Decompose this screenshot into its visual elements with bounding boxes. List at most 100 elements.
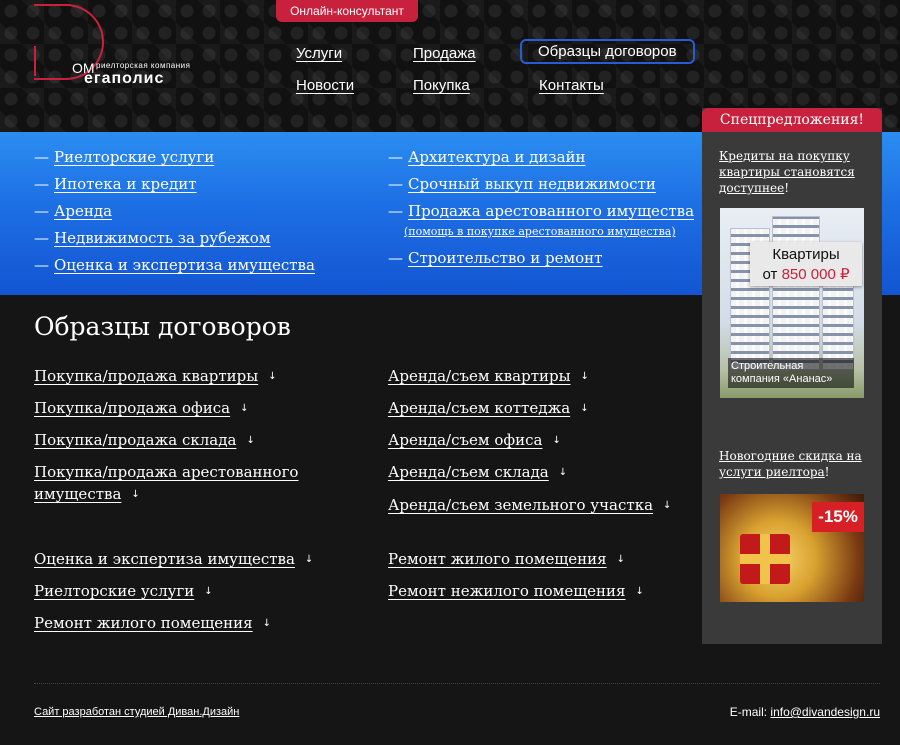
dash: — xyxy=(34,256,49,274)
document-link[interactable]: Покупка/продажа склада xyxy=(34,431,236,449)
document-link[interactable]: Аренда/съем квартиры xyxy=(388,367,571,385)
document-link[interactable]: Аренда/съем офиса xyxy=(388,431,542,449)
document-link[interactable]: Аренда/съем земельного участка xyxy=(388,496,653,514)
page-title: Образцы договоров xyxy=(34,312,291,341)
service-link[interactable]: Аренда xyxy=(54,202,112,220)
document-link[interactable]: Ремонт жилого помещения xyxy=(388,550,607,568)
gift-box-image xyxy=(740,534,790,584)
offer-tail: ! xyxy=(784,181,790,195)
document-item[interactable]: Ремонт жилого помещения ↓ xyxy=(34,612,271,635)
service-link[interactable]: Срочный выкуп недвижимости xyxy=(408,175,656,193)
document-item[interactable]: Аренда/съем склада ↓ xyxy=(388,461,567,484)
document-item[interactable]: Покупка/продажа квартиры ↓ xyxy=(34,365,277,388)
email-link[interactable]: info@divandesign.ru xyxy=(770,705,880,719)
nav-services[interactable]: Услуги xyxy=(296,45,342,62)
document-item[interactable]: Риелторские услуги ↓ xyxy=(34,580,213,603)
nav-contacts[interactable]: Контакты xyxy=(539,77,604,94)
service-item[interactable]: — Недвижимость за рубежом xyxy=(34,229,271,247)
service-item[interactable]: — Продажа арестованного имущества xyxy=(388,202,694,220)
document-link[interactable]: Покупка/продажа офиса xyxy=(34,399,230,417)
service-item[interactable]: — Аренда xyxy=(34,202,112,220)
service-item[interactable]: — Риелторские услуги xyxy=(34,148,214,166)
document-item[interactable]: Покупка/продажа офиса ↓ xyxy=(34,397,249,420)
document-link[interactable]: Покупка/продажа арестованного xyxy=(34,463,298,481)
building-image xyxy=(772,216,820,370)
document-link[interactable]: Покупка/продажа квартиры xyxy=(34,367,258,385)
document-link[interactable]: Аренда/съем склада xyxy=(388,463,549,481)
developer-credit-link[interactable]: Сайт разработан студией Диван.Дизайн xyxy=(34,706,239,718)
price-value: 850 000 ₽ xyxy=(781,266,850,283)
logo-main-text: егаполис xyxy=(84,70,165,87)
document-item[interactable]: Аренда/съем квартиры ↓ xyxy=(388,365,589,388)
download-icon[interactable]: ↓ xyxy=(240,398,248,420)
new-year-discount-banner[interactable]: -15% xyxy=(720,494,864,602)
document-item[interactable]: Ремонт жилого помещения ↓ xyxy=(388,548,625,571)
service-link[interactable]: Продажа арестованного имущества xyxy=(408,202,694,220)
document-link[interactable]: Аренда/съем коттеджа xyxy=(388,399,570,417)
dash: — xyxy=(34,175,49,193)
service-link[interactable]: Ипотека и кредит xyxy=(54,175,197,193)
apartments-ad-banner[interactable]: Квартиры от 850 000 ₽ Строительная компа… xyxy=(720,208,864,398)
nav-sale[interactable]: Продажа xyxy=(413,45,476,62)
logo-tagline: риелторская компания xyxy=(96,61,191,70)
download-icon[interactable]: ↓ xyxy=(305,549,313,571)
dash: — xyxy=(388,148,403,166)
discount-badge: -15% xyxy=(812,502,864,532)
download-icon[interactable]: ↓ xyxy=(559,462,567,484)
ad-caption: Строительная компания «Ананас» xyxy=(728,358,854,388)
document-link[interactable]: Оценка и экспертиза имущества xyxy=(34,550,295,568)
service-item[interactable]: — Оценка и экспертиза имущества xyxy=(34,256,315,274)
service-link[interactable]: Риелторские услуги xyxy=(54,148,214,166)
nav-contract-samples[interactable]: Образцы договоров xyxy=(520,39,695,64)
special-offers-sidebar: Спецпредложения! Кредиты на покупку квар… xyxy=(702,108,882,644)
service-item[interactable]: — Архитектура и дизайн xyxy=(388,148,586,166)
document-link[interactable]: Риелторские услуги xyxy=(34,582,194,600)
document-item[interactable]: Аренда/съем коттеджа ↓ xyxy=(388,397,589,420)
document-item[interactable]: Аренда/съем офиса ↓ xyxy=(388,429,561,452)
offer-link-discount[interactable]: Новогодние скидка на услуги риелтора xyxy=(719,449,862,479)
logo[interactable]: ОМ риелторская компания егаполис xyxy=(28,4,228,94)
price-banner: Квартиры от 850 000 ₽ xyxy=(750,242,862,286)
document-link[interactable]: Ремонт нежилого помещения xyxy=(388,582,625,600)
document-item[interactable]: Аренда/съем земельного участка ↓ xyxy=(388,494,671,517)
document-item[interactable]: Покупка/продажа арестованного имущества ↓ xyxy=(34,461,298,506)
download-icon[interactable]: ↓ xyxy=(268,366,276,388)
download-icon[interactable]: ↓ xyxy=(580,398,588,420)
service-link[interactable]: Строительство и ремонт xyxy=(408,249,602,267)
footer-divider xyxy=(34,683,880,684)
service-note-link[interactable]: (помощь в покупке арестованного имуществ… xyxy=(404,225,676,238)
dash: — xyxy=(34,202,49,220)
document-item[interactable]: Ремонт нежилого помещения ↓ xyxy=(388,580,644,603)
document-link-continued[interactable]: имущества xyxy=(34,485,121,503)
download-icon[interactable]: ↓ xyxy=(263,613,271,635)
dash: — xyxy=(388,202,403,220)
ad-line-apartments: Квартиры xyxy=(772,246,840,263)
document-item[interactable]: Оценка и экспертиза имущества ↓ xyxy=(34,548,313,571)
nav-news[interactable]: Новости xyxy=(296,77,354,94)
document-item[interactable]: Покупка/продажа склада ↓ xyxy=(34,429,255,452)
footer-email: E-mail: info@divandesign.ru xyxy=(730,705,880,719)
download-icon[interactable]: ↓ xyxy=(581,366,589,388)
service-item[interactable]: — Ипотека и кредит xyxy=(34,175,197,193)
download-icon[interactable]: ↓ xyxy=(635,581,643,603)
download-icon[interactable]: ↓ xyxy=(246,430,254,452)
logo-d-stem xyxy=(34,46,36,76)
service-item[interactable]: — Строительство и ремонт xyxy=(388,249,602,267)
offer-text: Кредиты на покупку квартиры становятся д… xyxy=(719,148,869,196)
nav-purchase[interactable]: Покупка xyxy=(413,77,470,94)
service-link[interactable]: Недвижимость за рубежом xyxy=(54,229,271,247)
download-icon[interactable]: ↓ xyxy=(131,484,139,506)
download-icon[interactable]: ↓ xyxy=(617,549,625,571)
service-link[interactable]: Оценка и экспертиза имущества xyxy=(54,256,315,274)
online-consultant-button[interactable]: Онлайн-консультант xyxy=(276,0,418,22)
download-icon[interactable]: ↓ xyxy=(204,581,212,603)
offer-tail: ! xyxy=(824,465,830,479)
document-link[interactable]: Ремонт жилого помещения xyxy=(34,614,253,632)
service-item[interactable]: — Срочный выкуп недвижимости xyxy=(388,175,656,193)
email-label: E-mail: xyxy=(729,705,771,719)
download-icon[interactable]: ↓ xyxy=(552,430,560,452)
dash: — xyxy=(34,229,49,247)
service-link[interactable]: Архитектура и дизайн xyxy=(408,148,586,166)
dash: — xyxy=(34,148,49,166)
download-icon[interactable]: ↓ xyxy=(663,495,671,517)
